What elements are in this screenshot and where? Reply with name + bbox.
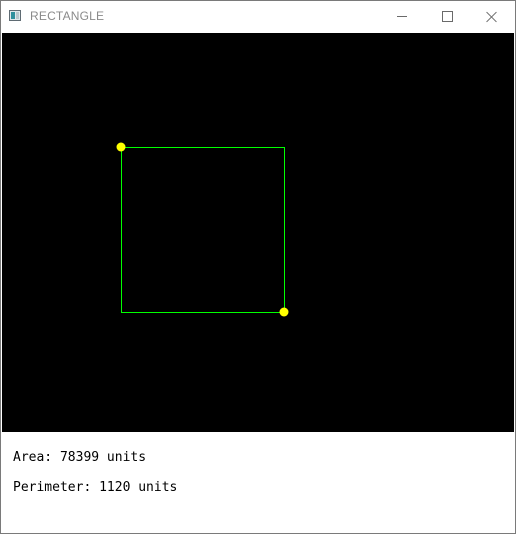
close-icon	[486, 11, 498, 23]
drawn-rectangle	[121, 147, 285, 313]
minimize-icon	[397, 16, 407, 17]
maximize-button[interactable]	[424, 1, 470, 32]
minimize-button[interactable]	[379, 1, 425, 32]
info-panel: Area: 78399 units Perimeter: 1120 units	[2, 432, 514, 532]
window-title: RECTANGLE	[30, 9, 105, 23]
rectangle-start-vertex[interactable]	[116, 142, 126, 152]
app-window-icon	[9, 10, 21, 21]
area-readout: Area: 78399 units	[13, 450, 147, 465]
drawing-canvas[interactable]	[2, 33, 514, 432]
rectangle-end-vertex[interactable]	[279, 307, 289, 317]
maximize-icon	[441, 11, 453, 22]
close-button[interactable]	[469, 1, 515, 32]
perimeter-readout: Perimeter: 1120 units	[13, 480, 178, 495]
drawing-surface	[116, 142, 289, 317]
app-window: RECTANGLE Area: 78399 units Perimeter: 1…	[0, 0, 516, 534]
title-bar[interactable]: RECTANGLE	[1, 1, 515, 32]
